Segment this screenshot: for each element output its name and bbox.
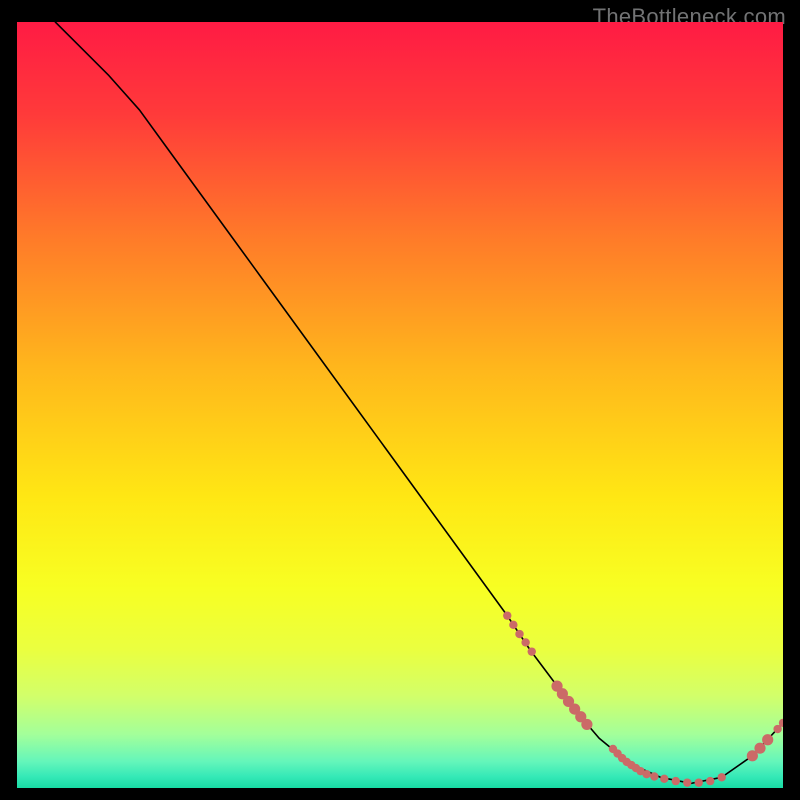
bottleneck-chart bbox=[17, 22, 783, 788]
marker-dot bbox=[515, 630, 523, 638]
marker-dot bbox=[581, 719, 592, 730]
marker-dot bbox=[509, 621, 517, 629]
marker-dot bbox=[754, 743, 765, 754]
marker-dot bbox=[762, 734, 773, 745]
marker-dot bbox=[706, 777, 714, 785]
marker-dot bbox=[503, 611, 511, 619]
marker-dot bbox=[528, 647, 536, 655]
marker-dot bbox=[718, 773, 726, 781]
marker-dot bbox=[642, 770, 650, 778]
marker-dot bbox=[660, 775, 668, 783]
marker-dot bbox=[672, 777, 680, 785]
marker-dot bbox=[521, 638, 529, 646]
marker-dot bbox=[650, 772, 658, 780]
marker-dot bbox=[695, 778, 703, 786]
gradient-background bbox=[17, 22, 783, 788]
marker-dot bbox=[683, 778, 691, 786]
chart-frame: TheBottleneck.com bbox=[0, 0, 800, 800]
